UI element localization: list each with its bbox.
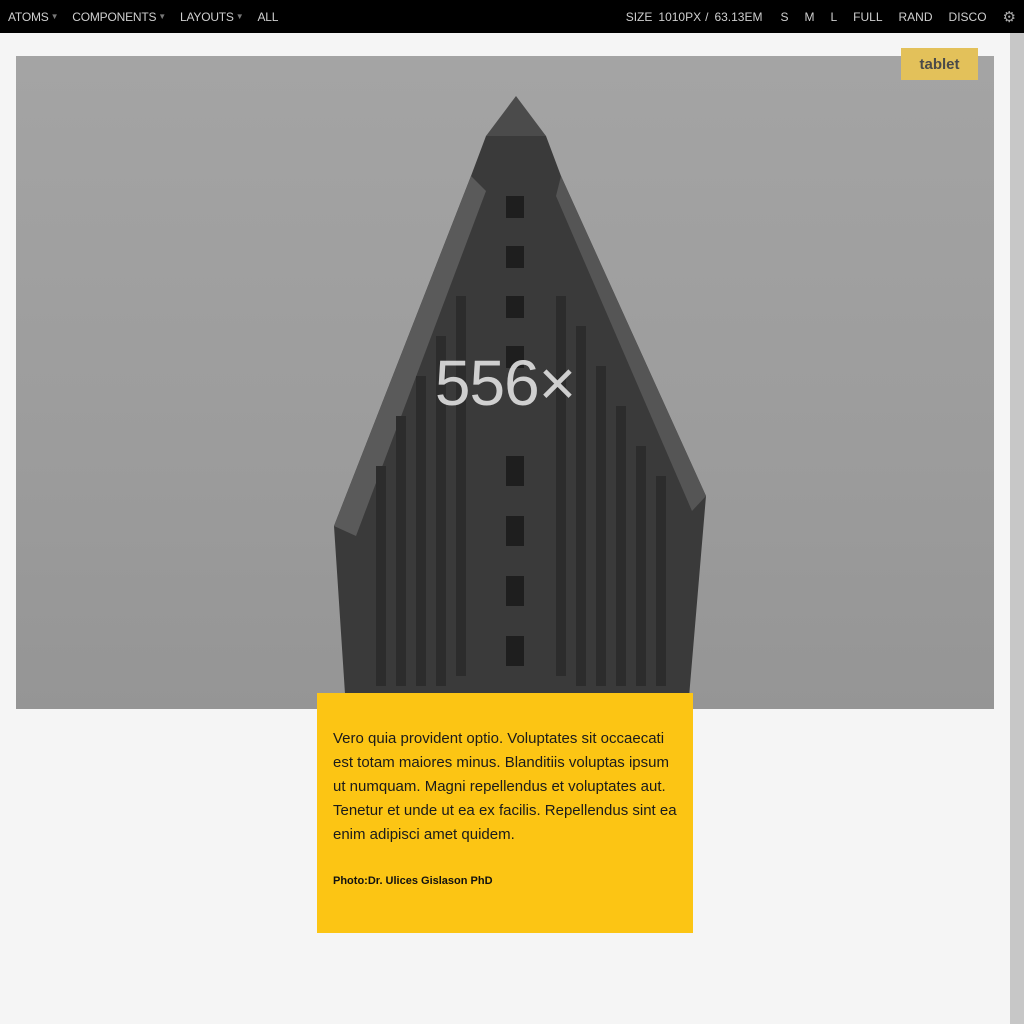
viewport-badge: tablet <box>901 48 978 80</box>
caption-text: Vero quia provident optio. Voluptates si… <box>333 730 677 843</box>
nav-atoms[interactable]: ATOMS ▼ <box>8 10 58 24</box>
size-full-button[interactable]: FULL <box>853 10 882 24</box>
chevron-down-icon: ▼ <box>158 12 167 21</box>
nav-layouts-label: LAYOUTS <box>180 9 234 24</box>
nav-components-label: COMPONENTS <box>72 9 157 24</box>
photo-credit: Photo:Dr. Ulices Gislason PhD <box>333 875 493 887</box>
nav-atoms-label: ATOMS <box>8 9 49 24</box>
pattern-viewport: 556× tablet Vero quia provident optio. V… <box>0 33 1010 1024</box>
size-controls: SIZE 1010PX / 63.13EM S M L FULL RAND DI… <box>626 0 1024 33</box>
size-random-button[interactable]: RAND <box>899 10 933 24</box>
nav-all-label: ALL <box>257 9 279 24</box>
caption-block: Vero quia provident optio. Voluptates si… <box>317 693 693 933</box>
scrollbar[interactable] <box>1010 33 1024 1024</box>
image-size-watermark: 556× <box>434 347 576 419</box>
nav-all[interactable]: ALL <box>257 10 278 24</box>
size-disco-button[interactable]: DISCO <box>949 10 987 24</box>
hero-image: 556× <box>16 56 994 709</box>
pattern-nav: ATOMS ▼ COMPONENTS ▼ LAYOUTS ▼ ALL <box>0 0 292 33</box>
chevron-down-icon: ▼ <box>50 12 59 21</box>
gear-icon[interactable]: ⚙ <box>1003 8 1016 26</box>
size-small-button[interactable]: S <box>780 10 788 24</box>
size-large-button[interactable]: L <box>830 10 837 24</box>
size-label: SIZE <box>625 9 653 24</box>
nav-layouts[interactable]: LAYOUTS ▼ <box>180 9 244 24</box>
nav-components[interactable]: COMPONENTS ▼ <box>72 10 166 24</box>
chevron-down-icon: ▼ <box>235 12 244 21</box>
top-toolbar: ATOMS ▼ COMPONENTS ▼ LAYOUTS ▼ ALL SIZE … <box>0 0 1024 33</box>
size-em-readout[interactable]: 63.13EM <box>714 10 762 24</box>
size-medium-button[interactable]: M <box>804 10 814 24</box>
size-separator: / <box>705 9 709 24</box>
size-px-readout[interactable]: 1010PX <box>658 10 701 24</box>
